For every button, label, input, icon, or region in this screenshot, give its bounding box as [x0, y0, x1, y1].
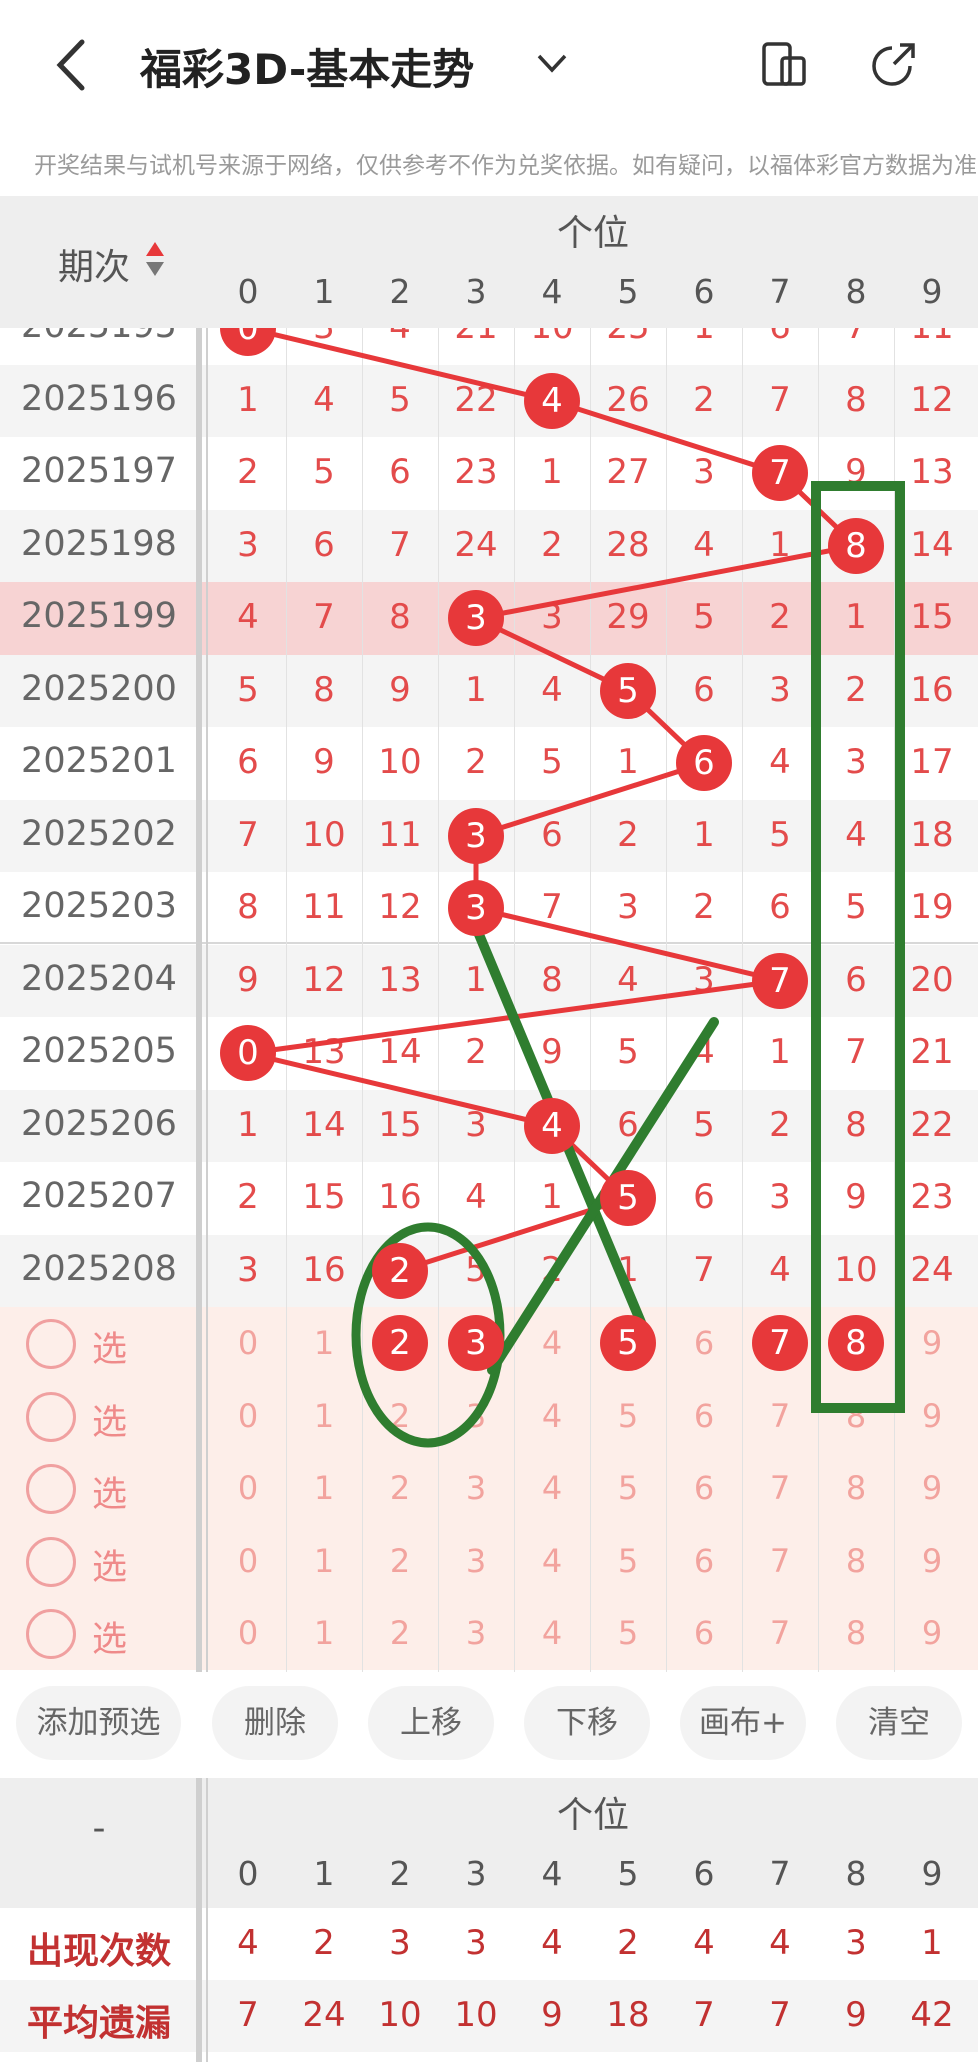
- issue-header-label: 期次: [58, 247, 131, 288]
- hit-ball: 2: [372, 1242, 428, 1299]
- hit-ball: 3: [448, 880, 504, 937]
- stats-value: 7: [769, 1995, 791, 2035]
- selected-number-ball[interactable]: 3: [448, 1315, 504, 1372]
- column-header: 4: [541, 272, 563, 311]
- hit-ball: 5: [600, 662, 656, 719]
- stats-column-header: 8: [845, 1854, 867, 1893]
- stats-value: 2: [617, 1923, 639, 1963]
- action-button[interactable]: 添加预选: [16, 1686, 181, 1760]
- hit-ball: 7: [752, 445, 808, 502]
- sort-icon: [146, 242, 164, 276]
- stats-value: 3: [389, 1923, 411, 1963]
- column-header: 5: [617, 272, 639, 311]
- annotation-rectangle: [811, 481, 905, 1413]
- stats-value: 2: [313, 1923, 335, 1963]
- column-header: 9: [921, 272, 943, 311]
- group-header: 个位: [556, 213, 629, 254]
- stats-column-header: 5: [617, 1854, 639, 1893]
- stats-column-header: 2: [389, 1854, 411, 1893]
- stats-value: 18: [606, 1995, 650, 2035]
- action-button[interactable]: 清空: [836, 1686, 962, 1760]
- column-header: 6: [693, 272, 715, 311]
- stats-value: 24: [302, 1995, 346, 2035]
- column-header: 3: [465, 272, 487, 311]
- selected-number-ball[interactable]: 2: [372, 1315, 428, 1372]
- action-button[interactable]: 上移: [368, 1686, 494, 1760]
- column-header: 2: [389, 272, 411, 311]
- column-header: 7: [769, 272, 791, 311]
- stats-value: 9: [845, 1995, 867, 2035]
- stats-group-header: 个位: [556, 1795, 629, 1836]
- divider: [196, 1778, 202, 2062]
- divider: [206, 1778, 208, 2062]
- hit-ball: 4: [524, 372, 580, 429]
- stats-value: 4: [541, 1923, 563, 1963]
- hit-ball: 6: [676, 735, 732, 792]
- selected-number-ball[interactable]: 8: [828, 1315, 884, 1372]
- stats-column-header: 3: [465, 1854, 487, 1893]
- stats-row-label: 平均遗漏: [26, 2003, 171, 2044]
- selected-number-ball[interactable]: 7: [752, 1315, 808, 1372]
- hit-ball: 5: [600, 1170, 656, 1227]
- stats-value: 42: [910, 1995, 954, 2035]
- stats-column-header: 7: [769, 1854, 791, 1893]
- column-header: 8: [845, 272, 867, 311]
- hit-ball: 7: [752, 952, 808, 1009]
- stats-value: 3: [465, 1923, 487, 1963]
- action-button[interactable]: 删除: [212, 1686, 338, 1760]
- hit-ball: 3: [448, 590, 504, 647]
- action-button[interactable]: 下移: [524, 1686, 650, 1760]
- stats-corner: -: [92, 1808, 106, 1849]
- hit-ball: 3: [448, 807, 504, 864]
- issue-header-cell[interactable]: 期次: [0, 196, 198, 328]
- stats-value: 7: [693, 1995, 715, 2035]
- column-header: 1: [313, 272, 335, 311]
- stats-value: 4: [693, 1923, 715, 1963]
- stats-value: 10: [378, 1995, 422, 2035]
- stats-value: 1: [921, 1923, 943, 1963]
- action-button[interactable]: 画布+: [680, 1686, 806, 1760]
- stats-row-label: 出现次数: [26, 1931, 171, 1972]
- stats-value: 7: [237, 1995, 259, 2035]
- hit-ball: 8: [828, 517, 884, 574]
- stats-column-header: 1: [313, 1854, 335, 1893]
- hit-ball: 0: [220, 1025, 276, 1082]
- selected-number-ball[interactable]: 5: [600, 1315, 656, 1372]
- stats-value: 3: [845, 1923, 867, 1963]
- hit-ball: 4: [524, 1097, 580, 1154]
- stats-column-header: 9: [921, 1854, 943, 1893]
- stats-value: 4: [769, 1923, 791, 1963]
- stats-value: 9: [541, 1995, 563, 2035]
- column-header: 0: [237, 272, 259, 311]
- stats-column-header: 0: [237, 1854, 259, 1893]
- stats-column-header: 4: [541, 1854, 563, 1893]
- stats-value: 10: [454, 1995, 498, 2035]
- stats-value: 4: [237, 1923, 259, 1963]
- stats-column-header: 6: [693, 1854, 715, 1893]
